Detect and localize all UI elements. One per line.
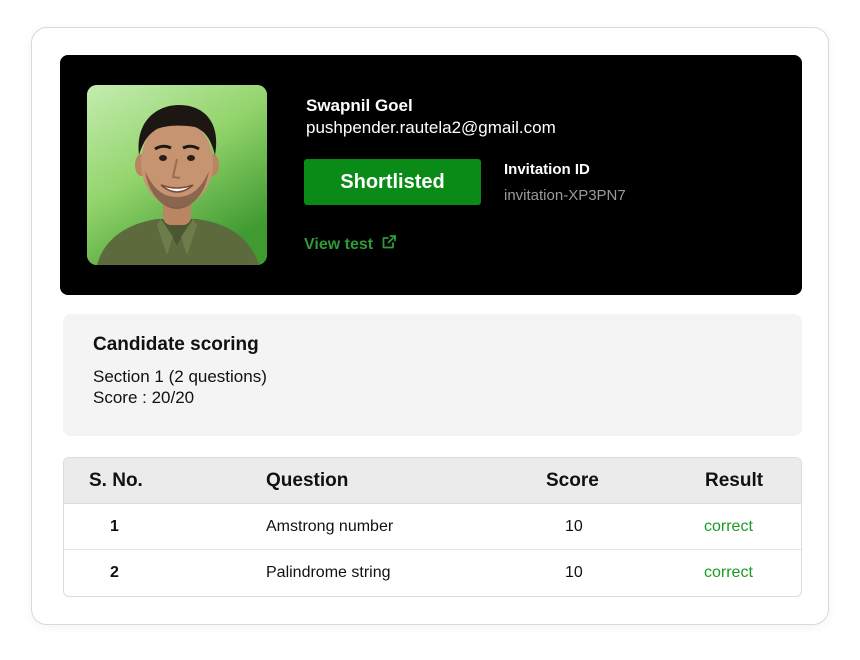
candidate-card: Swapnil Goel pushpender.rautela2@gmail.c… [31, 27, 829, 625]
candidate-scoring-panel: Candidate scoring Section 1 (2 questions… [63, 314, 802, 436]
view-test-link[interactable]: View test [304, 234, 397, 255]
scoring-title: Candidate scoring [93, 334, 259, 355]
row-question: Amstrong number [266, 517, 394, 535]
row-question: Palindrome string [266, 564, 391, 581]
results-table: S. No. Question Score Result 1 Amstrong … [63, 457, 802, 597]
candidate-name: Swapnil Goel [306, 96, 413, 115]
invitation-id-value: invitation-XP3PN7 [504, 187, 626, 204]
view-test-label: View test [304, 235, 374, 253]
column-header-result: Result [705, 469, 764, 491]
row-result: correct [704, 517, 753, 535]
column-header-score: Score [546, 469, 599, 491]
row-sno: 2 [110, 564, 119, 581]
row-sno: 1 [110, 517, 119, 535]
shortlisted-status-button[interactable]: Shortlisted [304, 159, 481, 205]
invitation-id-label: Invitation ID [504, 161, 590, 178]
row-score: 10 [565, 564, 583, 581]
row-score: 10 [565, 517, 583, 535]
column-header-sno: S. No. [89, 469, 143, 491]
scoring-total-score: Score : 20/20 [93, 388, 195, 407]
table-header-row: S. No. Question Score Result [64, 458, 801, 504]
candidate-header: Swapnil Goel pushpender.rautela2@gmail.c… [60, 55, 802, 295]
table-row: 1 Amstrong number 10 correct [64, 504, 801, 550]
external-link-icon [381, 234, 397, 255]
scoring-section-summary: Section 1 (2 questions) [93, 367, 267, 386]
candidate-email: pushpender.rautela2@gmail.com [306, 118, 556, 137]
column-header-question: Question [266, 469, 349, 491]
row-result: correct [704, 564, 753, 581]
table-row: 2 Palindrome string 10 correct [64, 550, 801, 596]
candidate-avatar [87, 85, 267, 265]
